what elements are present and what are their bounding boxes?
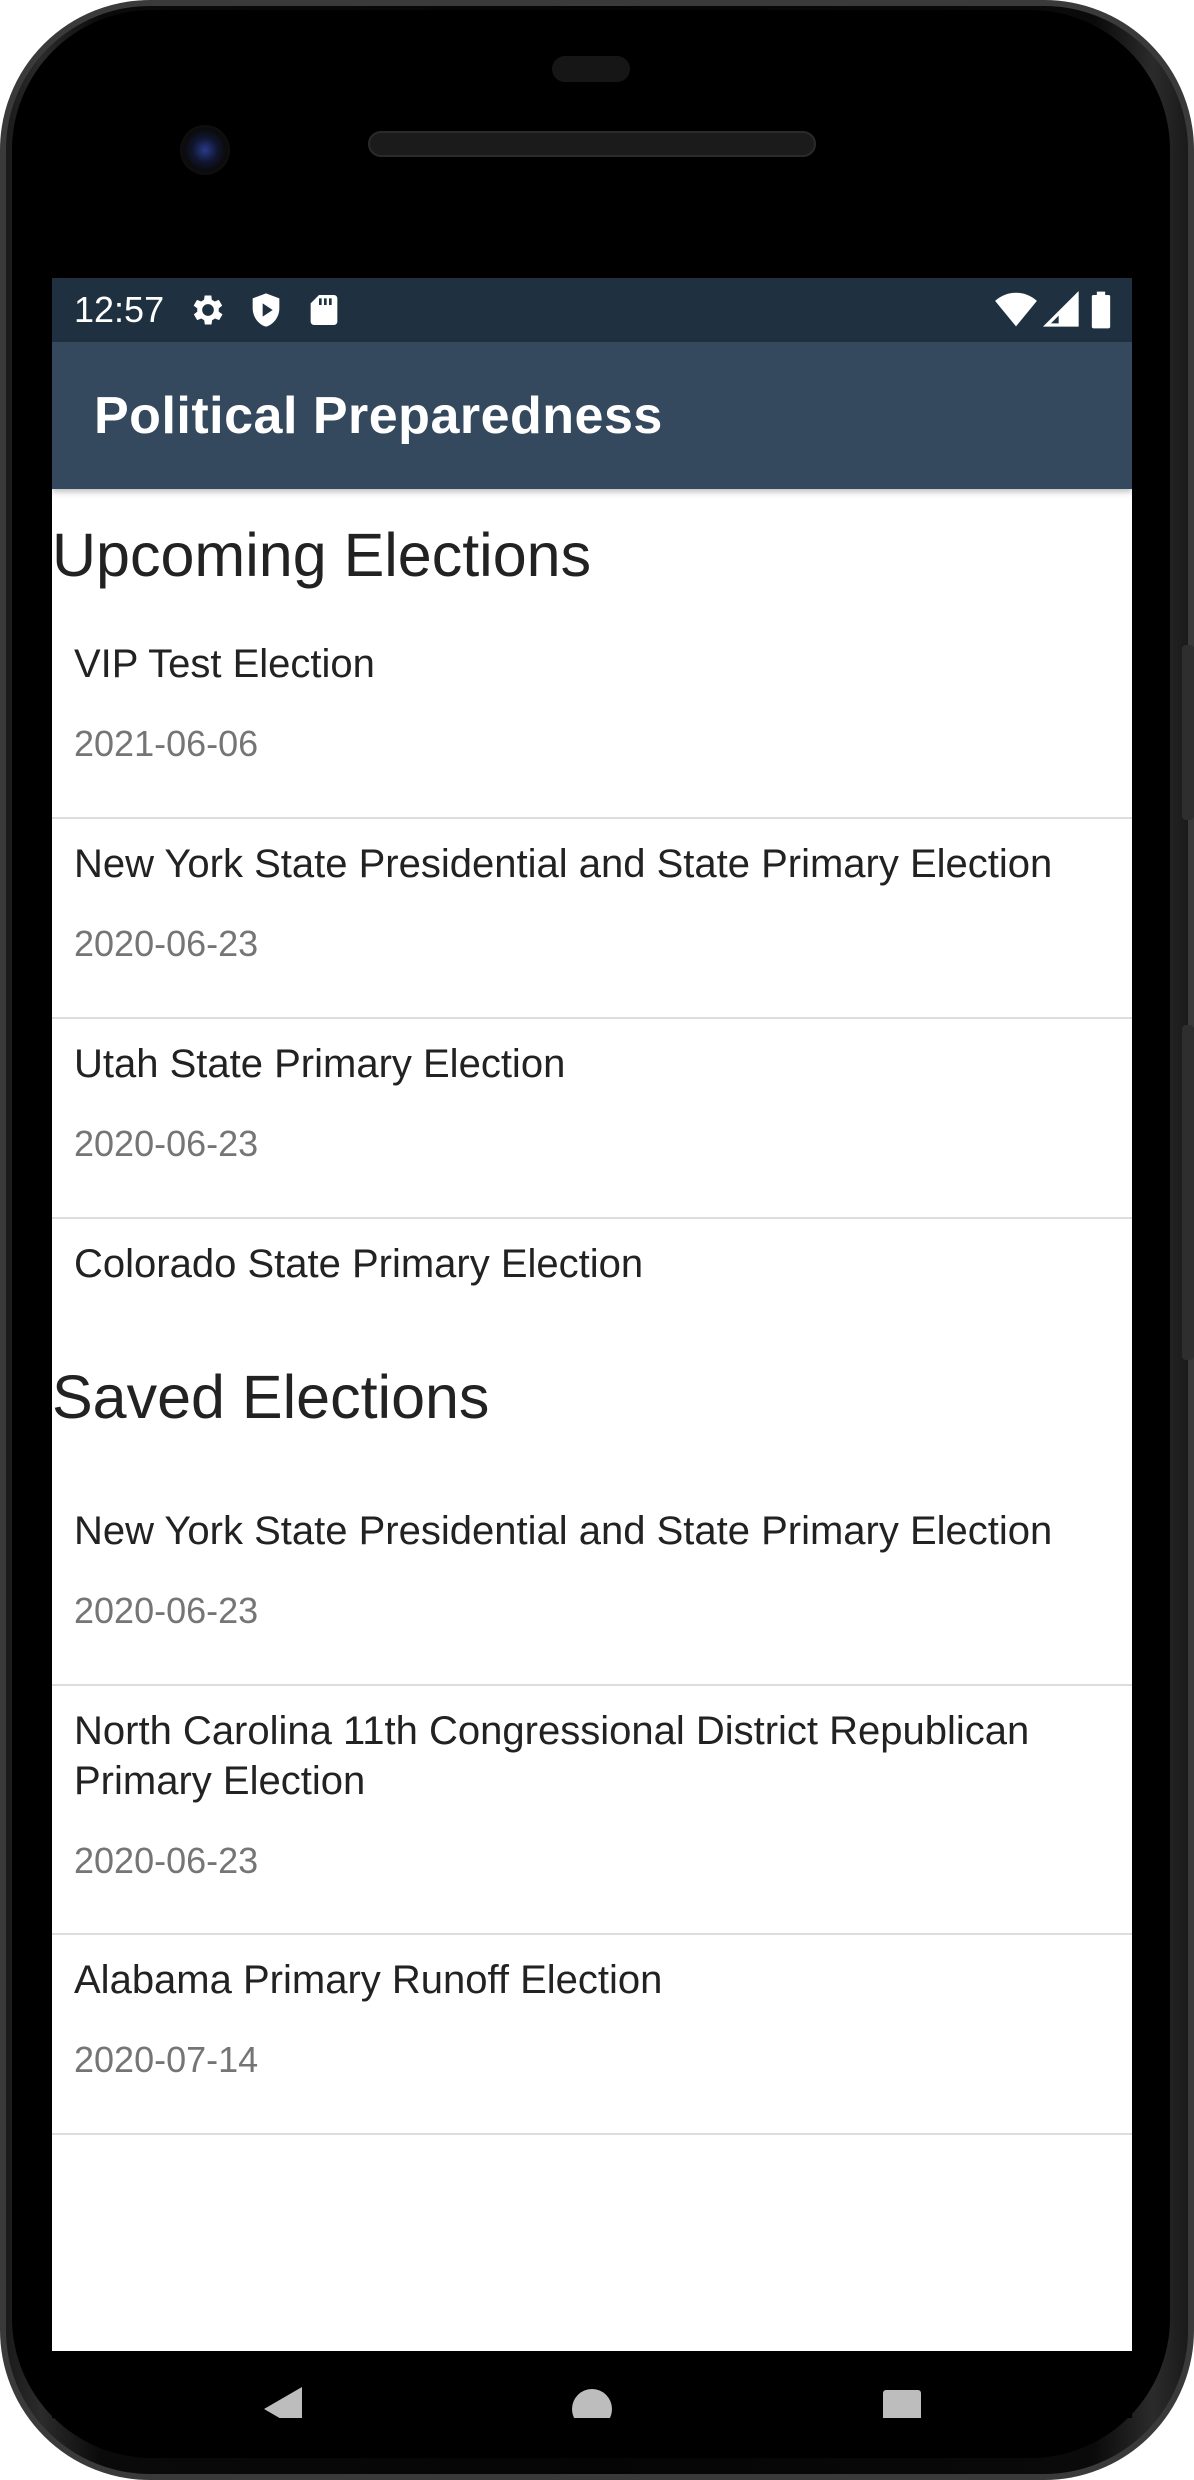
saved-election-item[interactable]: North Carolina 11th Congressional Distri… [52, 1686, 1132, 1935]
elections-content[interactable]: Upcoming Elections VIP Test Election 202… [52, 489, 1132, 2351]
upcoming-election-item[interactable]: Utah State Primary Election 2020-06-23 [52, 1019, 1132, 1219]
saved-election-item[interactable]: Alabama Primary Runoff Election 2020-07-… [52, 1935, 1132, 2135]
device-screen: 12:57 Political Preparedness Upcoming El… [52, 278, 1132, 2418]
election-date: 2020-07-14 [74, 2039, 259, 2080]
wifi-icon [994, 290, 1038, 330]
saved-elections-header: Saved Elections [52, 1363, 490, 1431]
election-name: Colorado State Primary Election [74, 1242, 644, 1286]
election-date: 2020-06-23 [74, 1590, 259, 1631]
election-name: Alabama Primary Runoff Election [74, 1958, 663, 2002]
saved-election-item[interactable]: New York State Presidential and State Pr… [52, 1486, 1132, 1686]
front-camera-icon [180, 125, 230, 175]
election-date: 2020-06-23 [74, 923, 259, 964]
election-name: Utah State Primary Election [74, 1042, 566, 1086]
earpiece-slot [552, 56, 630, 82]
status-time: 12:57 [74, 289, 165, 330]
app-title: Political Preparedness [94, 387, 663, 445]
election-date: 2020-06-23 [74, 1840, 259, 1881]
gear-icon [188, 290, 228, 330]
top-speaker-grille [368, 131, 816, 157]
recents-icon[interactable] [872, 2379, 932, 2418]
back-icon[interactable] [252, 2379, 312, 2418]
status-bar: 12:57 [52, 278, 1132, 342]
upcoming-elections-header: Upcoming Elections [52, 521, 592, 589]
upcoming-election-item[interactable]: Colorado State Primary Election [52, 1219, 1132, 1319]
cell-signal-icon [1042, 290, 1082, 330]
app-bar: Political Preparedness [52, 342, 1132, 489]
election-name: New York State Presidential and State Pr… [74, 1509, 1053, 1553]
election-date: 2020-06-23 [74, 1123, 259, 1164]
sd-card-icon [304, 290, 344, 330]
battery-icon [1086, 290, 1116, 330]
election-name: New York State Presidential and State Pr… [74, 842, 1053, 886]
shield-play-icon [246, 290, 286, 330]
upcoming-election-item[interactable]: New York State Presidential and State Pr… [52, 819, 1132, 1019]
power-button [1182, 1025, 1194, 1360]
volume-button [1182, 645, 1194, 820]
upcoming-election-item[interactable]: VIP Test Election 2021-06-06 [52, 619, 1132, 819]
election-name: VIP Test Election [74, 642, 375, 686]
home-icon[interactable] [562, 2379, 622, 2418]
election-name: North Carolina 11th Congressional Distri… [74, 1709, 1030, 1803]
election-date: 2021-06-06 [74, 723, 259, 764]
navigation-bar [52, 2351, 1132, 2418]
